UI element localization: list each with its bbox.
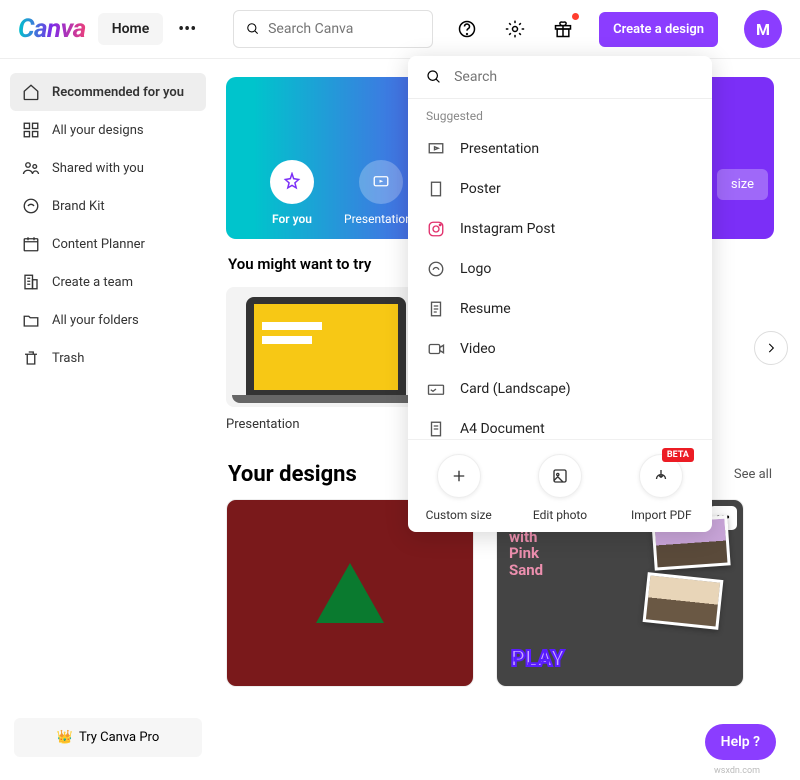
watermark: wsxdn.com <box>714 766 760 776</box>
search-icon <box>246 21 260 37</box>
sidebar-item-recommended[interactable]: Recommended for you <box>10 73 206 111</box>
sidebar-item-team[interactable]: Create a team <box>10 263 206 301</box>
dd-item-card[interactable]: Card (Landscape) <box>408 369 712 409</box>
dd-item-presentation[interactable]: Presentation <box>408 129 712 169</box>
home-button[interactable]: Home <box>98 13 164 45</box>
presentation-icon <box>426 139 446 159</box>
template-card-presentation[interactable]: Presentation <box>226 287 426 432</box>
custom-size-hero-button[interactable]: size <box>717 169 768 200</box>
dd-item-instagram[interactable]: Instagram Post <box>408 209 712 249</box>
sidebar-item-label: Shared with you <box>52 161 144 176</box>
your-designs-heading: Your designs <box>228 462 357 487</box>
tab-presentations[interactable]: Presentations <box>344 160 418 226</box>
people-icon <box>22 159 40 177</box>
dd-item-resume[interactable]: Resume <box>408 289 712 329</box>
instagram-icon <box>426 219 446 239</box>
sidebar-item-label: All your designs <box>52 123 144 138</box>
brand-icon <box>22 197 40 215</box>
gear-icon[interactable] <box>501 15 529 43</box>
dropdown-suggested-label: Suggested <box>408 99 712 129</box>
play-text: PLAY <box>511 647 564 672</box>
gift-icon[interactable] <box>549 15 577 43</box>
folder-icon <box>22 311 40 329</box>
search-input[interactable] <box>268 21 420 37</box>
video-icon <box>426 339 446 359</box>
logo-icon <box>426 259 446 279</box>
building-icon <box>22 273 40 291</box>
sidebar-item-shared[interactable]: Shared with you <box>10 149 206 187</box>
sidebar: Recommended for you All your designs Sha… <box>0 59 216 777</box>
card-title: Presentation <box>226 417 426 432</box>
poster-icon <box>426 179 446 199</box>
dd-action-custom[interactable]: Custom size <box>408 454 509 522</box>
card-icon <box>426 379 446 399</box>
search-bar[interactable] <box>233 10 433 48</box>
search-icon <box>426 68 442 86</box>
dd-action-edit[interactable]: Edit photo <box>509 454 610 522</box>
grid-icon <box>22 121 40 139</box>
dd-action-import[interactable]: BETAImport PDF <box>611 454 712 522</box>
sidebar-item-label: Content Planner <box>52 237 145 252</box>
sidebar-item-label: Create a team <box>52 275 133 290</box>
see-all-link[interactable]: See all <box>734 467 772 482</box>
beta-badge: BETA <box>662 448 694 462</box>
sidebar-item-brand[interactable]: Brand Kit <box>10 187 206 225</box>
dd-item-a4[interactable]: A4 Document <box>408 409 712 439</box>
dd-item-logo[interactable]: Logo <box>408 249 712 289</box>
sidebar-item-label: Recommended for you <box>52 85 184 100</box>
help-icon[interactable] <box>453 15 481 43</box>
sidebar-item-label: Brand Kit <box>52 199 105 214</box>
home-icon <box>22 83 40 101</box>
more-menu-icon[interactable]: ••• <box>175 17 199 41</box>
sidebar-item-folders[interactable]: All your folders <box>10 301 206 339</box>
dropdown-search-input[interactable] <box>454 69 694 85</box>
dropdown-search[interactable] <box>408 56 712 99</box>
sidebar-item-planner[interactable]: Content Planner <box>10 225 206 263</box>
help-button[interactable]: Help ? <box>705 724 776 760</box>
sidebar-item-label: All your folders <box>52 313 139 328</box>
trash-icon <box>22 349 40 367</box>
create-design-button[interactable]: Create a design <box>599 12 718 47</box>
tab-for-you[interactable]: For you <box>270 160 314 226</box>
canva-logo[interactable]: Canva <box>18 14 86 44</box>
create-design-dropdown: Suggested Presentation Poster Instagram … <box>408 56 712 532</box>
dd-item-poster[interactable]: Poster <box>408 169 712 209</box>
sidebar-item-trash[interactable]: Trash <box>10 339 206 377</box>
carousel-next-button[interactable] <box>754 331 788 365</box>
dropdown-list: Presentation Poster Instagram Post Logo … <box>408 129 712 439</box>
upgrade-button[interactable]: 👑Try Canva Pro <box>14 718 202 757</box>
dd-item-video[interactable]: Video <box>408 329 712 369</box>
avatar[interactable]: M <box>744 10 782 48</box>
sidebar-item-label: Trash <box>52 351 84 366</box>
calendar-icon <box>22 235 40 253</box>
resume-icon <box>426 299 446 319</box>
sidebar-item-designs[interactable]: All your designs <box>10 111 206 149</box>
document-icon <box>426 419 446 439</box>
